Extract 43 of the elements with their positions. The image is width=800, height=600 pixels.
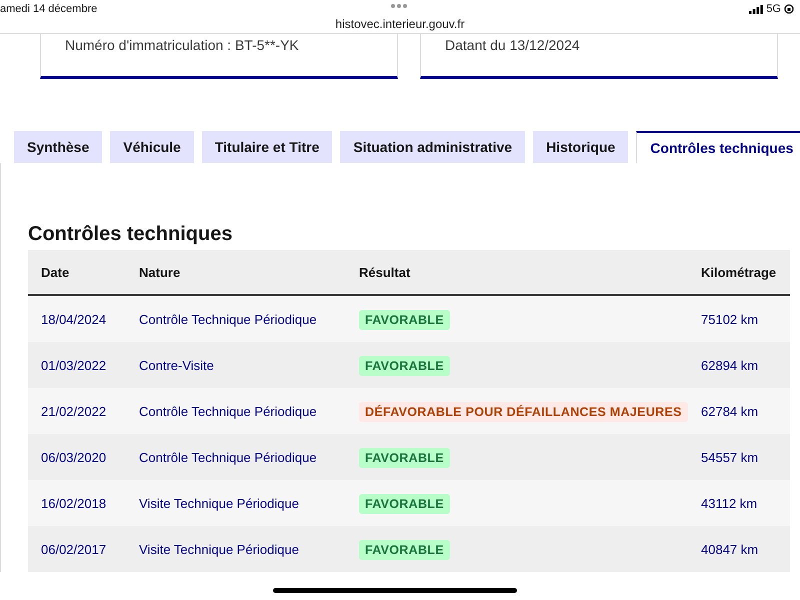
column-header: Nature (139, 264, 182, 280)
result-badge: FAVORABLE (359, 540, 450, 560)
tab[interactable]: Situation administrative (340, 131, 526, 163)
card-text: Numéro d'immatriculation : BT-5**-YK (65, 37, 299, 53)
section-title: Contrôles techniques (28, 223, 234, 246)
tab[interactable]: Véhicule (110, 131, 194, 163)
date-cell-text: 06/03/2020 (40, 450, 108, 464)
card-text: Datant du 13/12/2024 (445, 37, 580, 53)
result-badge: FAVORABLE (359, 448, 450, 468)
date-cell-text: 06/02/2017 (40, 542, 108, 556)
mileage-cell: 54557 km (701, 450, 758, 464)
nature-cell-text: Contre-Visite (139, 358, 215, 372)
result-badge: DÉFAVORABLE POUR DÉFAILLANCES MAJEURES (359, 402, 688, 422)
mileage-cell: 62784 km (701, 404, 758, 418)
address-bar-url[interactable]: histovec.interieur.gouv.fr (335, 17, 465, 31)
rotation-lock-icon (784, 4, 794, 14)
nature-cell-text: Contrôle Technique Périodique (139, 312, 318, 326)
tab[interactable]: Synthèse (14, 131, 102, 163)
result-badge: FAVORABLE (359, 310, 450, 330)
tab[interactable]: Titulaire et Titre (202, 131, 332, 163)
tab[interactable]: Historique (533, 131, 628, 163)
date-cell-text: 01/03/2022 (40, 358, 108, 372)
mileage-cell: 75102 km (701, 312, 758, 326)
result-badge: FAVORABLE (359, 356, 450, 376)
signal-icon (749, 4, 764, 14)
mileage-cell: 40847 km (701, 542, 758, 556)
more-icon[interactable] (391, 4, 407, 8)
date-cell-text: 18/04/2024 (40, 312, 108, 326)
nature-cell-text: Visite Technique Périodique (139, 542, 300, 556)
mileage-cell: 43112 km (701, 496, 758, 510)
status-date: amedi 14 décembre (0, 3, 98, 15)
nature-cell-text: Visite Technique Périodique (139, 496, 300, 510)
nature-cell-text: Contrôle Technique Périodique (139, 404, 318, 418)
result-badge: FAVORABLE (359, 494, 450, 514)
network-label: 5G (766, 3, 781, 15)
tab[interactable]: Contrôles techniques (636, 131, 800, 163)
column-header: Date (40, 264, 70, 280)
date-cell-text: 16/02/2018 (40, 496, 108, 510)
mileage-cell: 62894 km (701, 358, 758, 372)
column-header: Résultat (359, 264, 412, 280)
nature-cell-text: Contrôle Technique Périodique (139, 450, 318, 464)
date-cell-text: 21/02/2022 (40, 404, 108, 418)
column-header: Kilométrage (701, 264, 776, 280)
